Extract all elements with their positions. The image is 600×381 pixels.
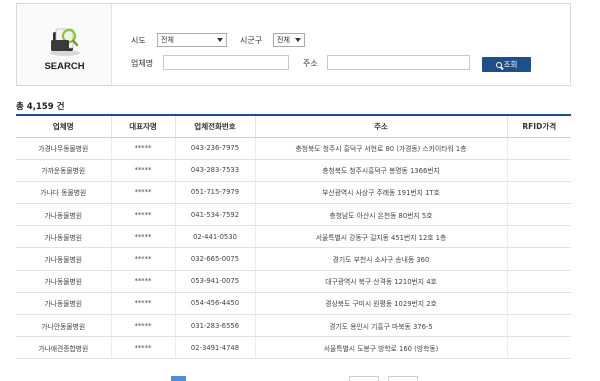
cell-phone: 031-283-6556 <box>174 314 255 338</box>
search-button[interactable]: 조회 <box>482 57 531 72</box>
search-button-label: 조회 <box>503 60 518 69</box>
cell-address: 대구광역시 북구 산격동 1210번지 4호 <box>254 270 507 293</box>
table-row[interactable]: 가나안동물병원 ***** 031-283-6556 경기도 용인시 기흥구 마… <box>16 314 571 338</box>
cell-phone: 02-441-0530 <box>174 225 255 249</box>
column-header-address: 주소 <box>254 114 507 138</box>
cell-phone: 02-3491-4748 <box>174 336 255 360</box>
cell-business-name: 가나동물병원 <box>16 270 111 293</box>
cell-representative: ***** <box>110 137 175 160</box>
column-header-representative: 대표자명 <box>110 114 175 138</box>
cell-representative: ***** <box>110 336 175 360</box>
cell-business-name: 가나안동물병원 <box>16 314 111 338</box>
cell-address: 경기도 용인시 기흥구 마북동 376-5 <box>254 314 507 338</box>
cell-rfid-price <box>506 247 571 271</box>
cell-business-name: 가나동물병원 <box>16 247 111 271</box>
search-logo-label: SEARCH <box>44 61 85 72</box>
table-row[interactable]: 가나동물병원 ***** 032-665-0075 경기도 부천시 소사구 송내… <box>16 247 571 271</box>
cell-business-name: 가나동물병원 <box>16 292 111 316</box>
cell-representative: ***** <box>110 225 175 249</box>
cell-representative: ***** <box>110 181 175 205</box>
column-header-business-name: 업체명 <box>16 114 111 138</box>
chevron-down-icon <box>295 38 301 42</box>
cell-rfid-price <box>506 159 571 182</box>
pagination-page-current[interactable] <box>171 376 186 381</box>
address-label: 주소 <box>303 59 318 68</box>
cell-business-name: 가경나무동물병원 <box>16 137 111 160</box>
cell-address: 충청남도 아산시 온천동 80번지 5호 <box>254 203 507 227</box>
cell-address: 충청북도 청주시흥덕구 봉명동 1366번지 <box>254 159 507 182</box>
cell-address: 경상북도 구미시 원평동 1029번지 2호 <box>254 292 507 316</box>
cell-phone: 051-715-7979 <box>174 181 255 205</box>
cell-phone: 053-941-0075 <box>174 270 255 293</box>
cell-rfid-price <box>506 225 571 249</box>
cell-business-name: 가나애견종합병원 <box>16 336 111 360</box>
cell-rfid-price <box>506 270 571 293</box>
table-row[interactable]: 가나동물병원 ***** 02-441-0530 서울특별시 강동구 길지동 4… <box>16 225 571 249</box>
cell-phone: 041-534-7592 <box>174 203 255 227</box>
cell-rfid-price <box>506 336 571 360</box>
search-icon <box>495 62 502 68</box>
cell-address: 부산광역시 사상구 주례동 191번지 1T호 <box>254 181 507 205</box>
column-header-rfid-price: RFID가격 <box>506 114 571 138</box>
sigungu-label: 시군구 <box>240 36 263 45</box>
cell-representative: ***** <box>110 203 175 227</box>
sigungu-select-value: 전체 <box>277 36 290 44</box>
pagination-button[interactable] <box>388 376 418 381</box>
cell-rfid-price <box>506 181 571 205</box>
cell-rfid-price <box>506 203 571 227</box>
table-row[interactable]: 가나동물병원 ***** 053-941-0075 대구광역시 북구 산격동 1… <box>16 270 571 293</box>
sido-label: 시도 <box>131 36 146 45</box>
table-row[interactable]: 가나다 동물병원 ***** 051-715-7979 부산광역시 사상구 주례… <box>16 181 571 205</box>
cell-business-name: 가나동물병원 <box>16 225 111 249</box>
table-row[interactable]: 가나동물병원 ***** 054-456-4450 경상북도 구미시 원평동 1… <box>16 292 571 316</box>
cell-rfid-price <box>506 314 571 338</box>
cell-representative: ***** <box>110 247 175 271</box>
pagination-button[interactable] <box>349 376 379 381</box>
search-panel: SEARCH 시도 전체 시군구 전체 업체명 주소 조회 <box>16 3 571 86</box>
cell-address: 경기도 부천시 소사구 송내동 360 <box>254 247 507 271</box>
sido-select-value: 전체 <box>161 36 174 44</box>
table-row[interactable]: 가경나무동물병원 ***** 043-236-7975 충청북도 청주시 흥덕구… <box>16 137 571 160</box>
chevron-down-icon <box>217 38 223 42</box>
table-row[interactable]: 가나애견종합병원 ***** 02-3491-4748 서울특별시 도봉구 방학… <box>16 336 571 360</box>
table-row[interactable]: 가까운동물병원 ***** 043-283-7533 충청북도 청주시흥덕구 봉… <box>16 159 571 182</box>
business-name-input[interactable] <box>163 55 289 70</box>
table-row[interactable]: 가나동물병원 ***** 041-534-7592 충청남도 아산시 온천동 8… <box>16 203 571 227</box>
cell-address: 서울특별시 강동구 길지동 451번지 12호 1층 <box>254 225 507 249</box>
cell-phone: 043-283-7533 <box>174 159 255 182</box>
cell-business-name: 가나다 동물병원 <box>16 181 111 205</box>
total-count: 총 4,159 건 <box>16 102 65 112</box>
sigungu-select[interactable]: 전체 <box>273 33 305 47</box>
results-table: 업체명 대표자명 업체전화번호 주소 RFID가격 가경나무동물병원 *****… <box>16 114 571 360</box>
table-header-row: 업체명 대표자명 업체전화번호 주소 RFID가격 <box>16 114 571 138</box>
cell-phone: 054-456-4450 <box>174 292 255 316</box>
search-logo: SEARCH <box>17 4 112 85</box>
cell-address: 서울특별시 도봉구 방학로 160 (방학동) <box>254 336 507 360</box>
cell-representative: ***** <box>110 270 175 293</box>
search-folder-icon <box>50 28 80 56</box>
cell-rfid-price <box>506 137 571 160</box>
cell-business-name: 가나동물병원 <box>16 203 111 227</box>
cell-rfid-price <box>506 292 571 316</box>
address-input[interactable] <box>327 55 470 70</box>
business-name-label: 업체명 <box>131 59 154 68</box>
cell-representative: ***** <box>110 159 175 182</box>
sido-select[interactable]: 전체 <box>157 33 227 47</box>
cell-address: 충청북도 청주시 흥덕구 서현로 80 (가경동) 스카이타워 1층 <box>254 137 507 160</box>
column-header-phone: 업체전화번호 <box>174 114 255 138</box>
cell-representative: ***** <box>110 292 175 316</box>
cell-phone: 043-236-7975 <box>174 137 255 160</box>
cell-representative: ***** <box>110 314 175 338</box>
cell-phone: 032-665-0075 <box>174 247 255 271</box>
cell-business-name: 가까운동물병원 <box>16 159 111 182</box>
